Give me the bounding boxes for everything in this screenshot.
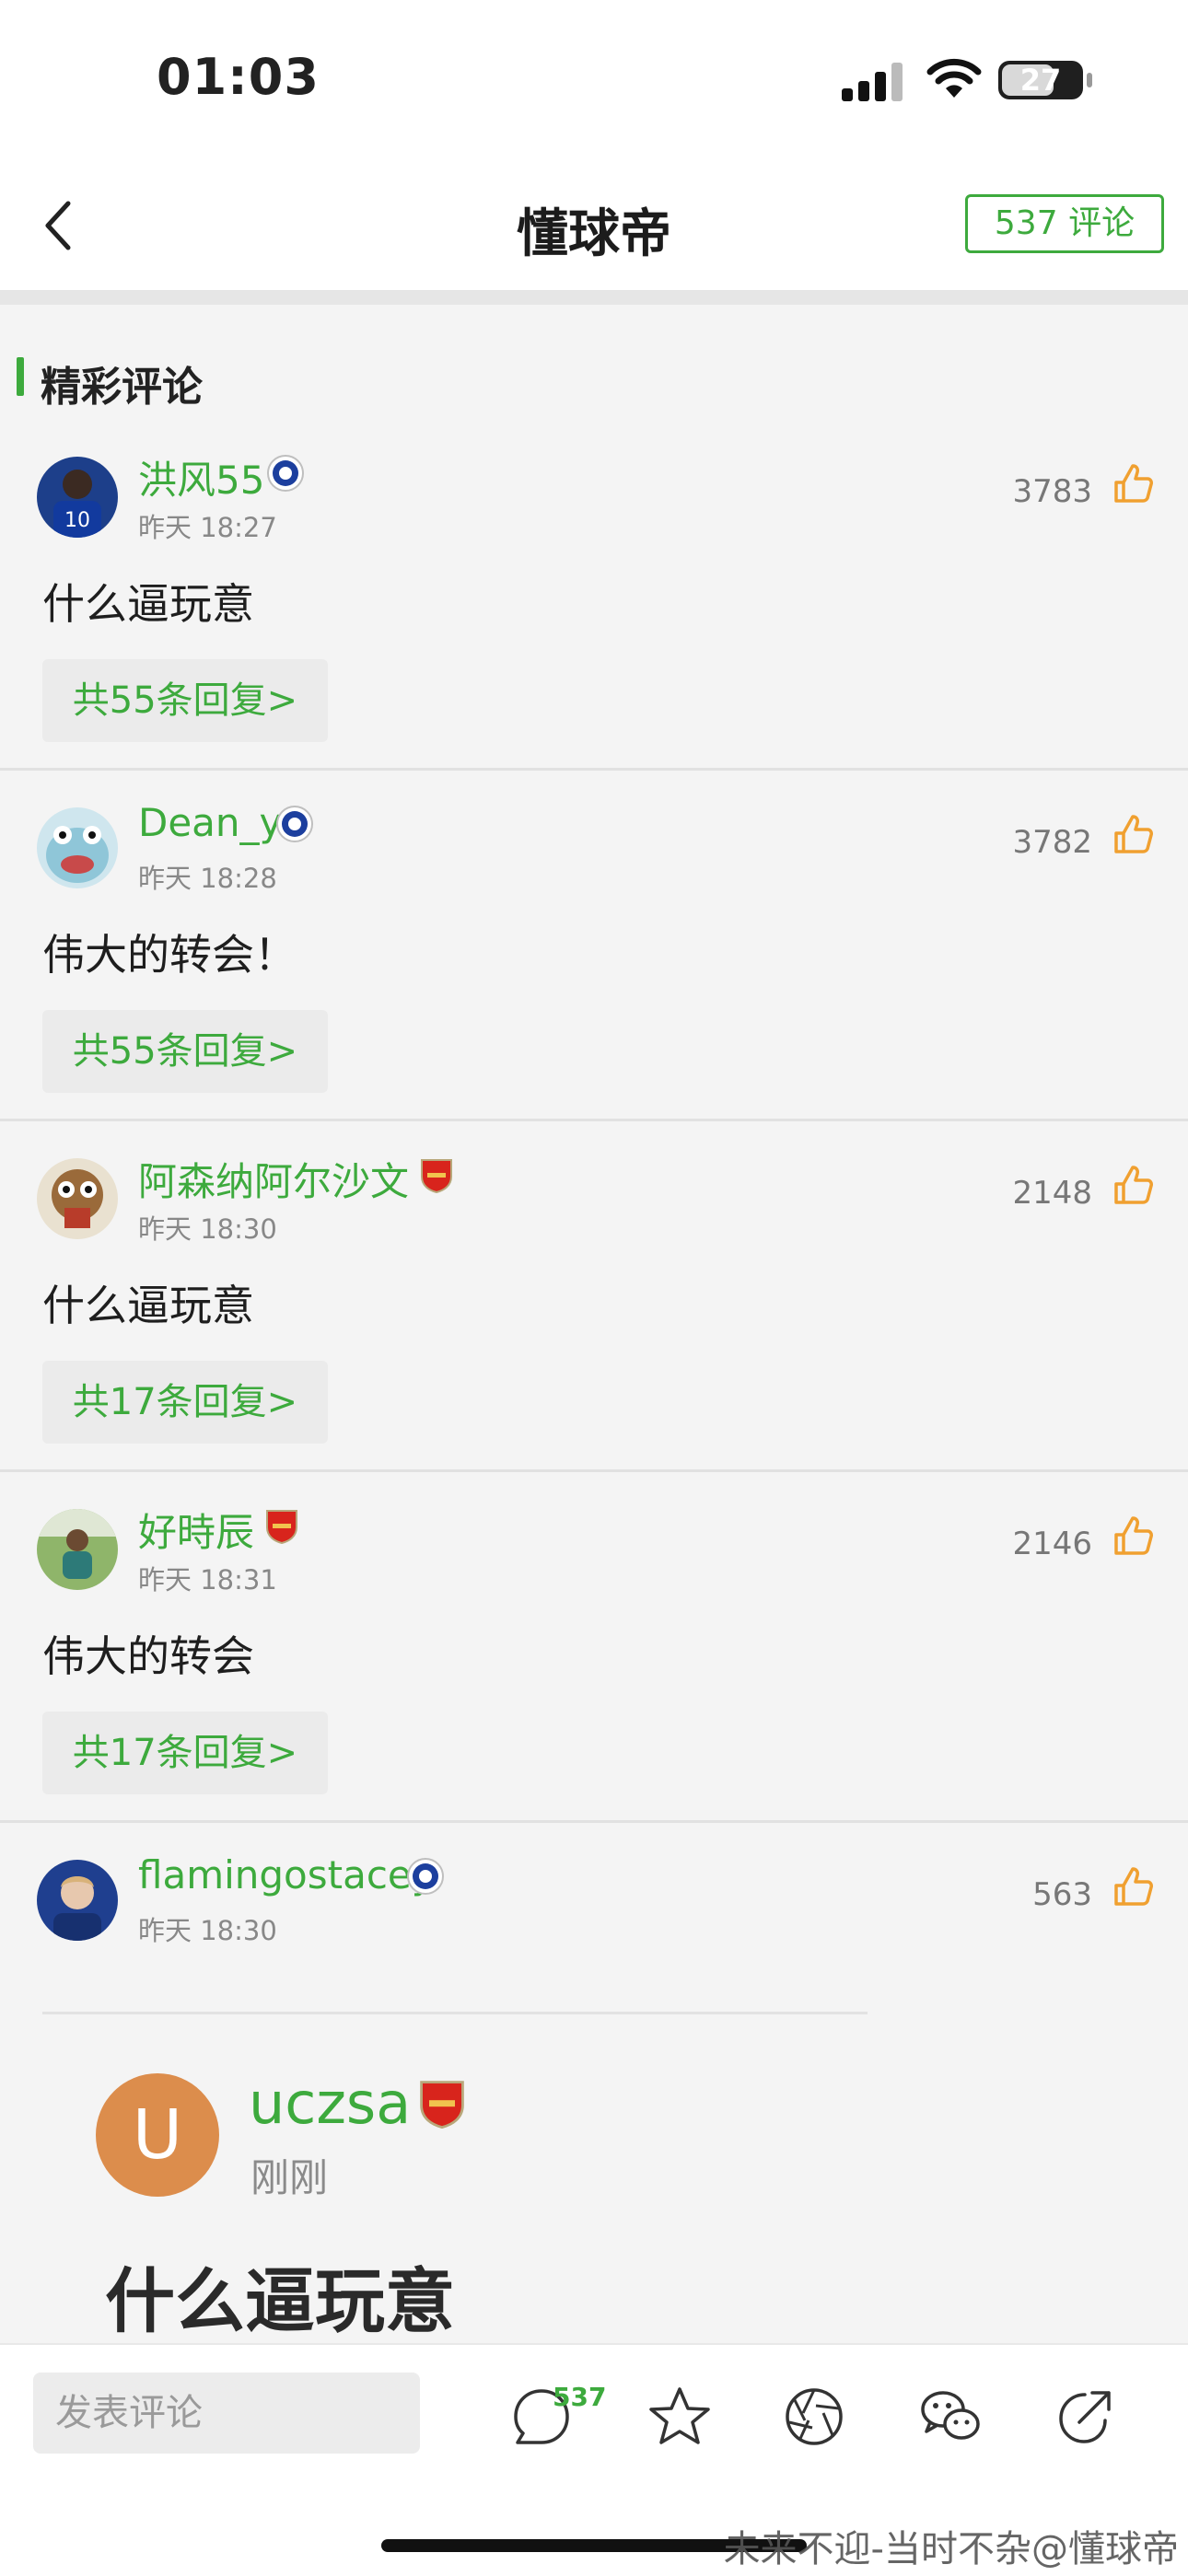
- like-count: 3783: [1012, 473, 1092, 510]
- embedded-avatar: U: [96, 2073, 219, 2197]
- like-count: 3782: [1012, 824, 1092, 861]
- comment-item: 阿森纳阿尔沙文 昨天 18:30 2148 什么逼玩意 共17条回复>: [0, 1158, 1188, 1509]
- comment-text: 什么逼玩意: [42, 1281, 254, 1330]
- embedded-image-divider: [42, 2012, 868, 2014]
- status-bar: 01:03 27: [0, 0, 1188, 161]
- thumbs-up-icon[interactable]: [1111, 813, 1155, 857]
- comment-item: 好時辰 昨天 18:31 2146 伟大的转会 共17条回复>: [0, 1509, 1188, 1860]
- comment-text: 伟大的转会: [42, 1631, 254, 1681]
- comment-time: 昨天 18:30: [138, 1915, 277, 1946]
- battery-level: 27: [1019, 63, 1062, 98]
- wifi-icon: [926, 58, 982, 98]
- comment-time: 昨天 18:28: [138, 863, 277, 894]
- thumbs-up-icon[interactable]: [1111, 1514, 1155, 1559]
- comment-time: 昨天 18:27: [138, 512, 277, 543]
- thumbs-up-icon[interactable]: [1111, 1865, 1155, 1909]
- wechat-icon[interactable]: [917, 2384, 984, 2450]
- svg-text:10: 10: [64, 509, 90, 532]
- avatar[interactable]: [37, 1509, 118, 1590]
- header-divider: [0, 290, 1188, 305]
- username[interactable]: 阿森纳阿尔沙文: [138, 1151, 409, 1207]
- comment-divider: [0, 1469, 1188, 1472]
- comment-count-button[interactable]: 537 评论: [965, 194, 1164, 253]
- status-time: 01:03: [157, 48, 320, 106]
- comment-count-badge: 537: [553, 2382, 607, 2412]
- thumbs-up-icon[interactable]: [1111, 462, 1155, 506]
- watermark: 未来不迎-当时不杂@懂球帝: [723, 2528, 1179, 2570]
- view-replies-button[interactable]: 共17条回复>: [42, 1712, 328, 1794]
- arsenal-badge-icon: [266, 1510, 297, 1544]
- star-icon[interactable]: [646, 2384, 713, 2450]
- username[interactable]: Dean_y: [138, 800, 282, 845]
- like-count: 2148: [1012, 1175, 1092, 1212]
- comment-divider: [0, 1119, 1188, 1121]
- arsenal-badge-icon: [421, 1159, 452, 1193]
- section-accent-bar: [17, 357, 24, 396]
- view-replies-button[interactable]: 共55条回复>: [42, 659, 328, 742]
- battery-icon: 27: [998, 61, 1083, 99]
- comment-divider: [0, 1820, 1188, 1823]
- embedded-comment-text: 什么逼玩意: [105, 2260, 455, 2342]
- comment-time: 昨天 18:30: [138, 1213, 277, 1245]
- arsenal-badge-icon: [420, 2081, 464, 2129]
- username[interactable]: 好時辰: [138, 1502, 254, 1558]
- like-count: 563: [1032, 1876, 1092, 1913]
- comment-text: 什么逼玩意: [42, 579, 254, 629]
- avatar[interactable]: [37, 807, 118, 888]
- avatar[interactable]: [37, 1860, 118, 1941]
- avatar[interactable]: 10: [37, 457, 118, 538]
- embedded-time: 刚刚: [250, 2155, 329, 2200]
- nav-bar: 懂球帝 537 评论: [0, 161, 1188, 290]
- comment-input[interactable]: [33, 2373, 420, 2454]
- username[interactable]: flamingostacey: [138, 1852, 435, 1897]
- cellular-signal-icon: [842, 63, 903, 101]
- view-replies-button[interactable]: 共17条回复>: [42, 1361, 328, 1444]
- share-icon[interactable]: [1052, 2384, 1118, 2450]
- avatar[interactable]: [37, 1158, 118, 1239]
- comment-text: 伟大的转会！: [42, 930, 297, 980]
- comment-divider: [0, 768, 1188, 771]
- chelsea-badge-icon: [407, 1858, 444, 1895]
- comment-item: 10 洪风55 昨天 18:27 3783 什么逼玩意 共55条回复>: [0, 455, 1188, 807]
- chelsea-badge-icon: [267, 455, 304, 492]
- chelsea-badge-icon: [276, 806, 313, 842]
- section-title: 精彩评论: [41, 364, 203, 411]
- thumbs-up-icon[interactable]: [1111, 1164, 1155, 1208]
- shutter-icon[interactable]: [781, 2384, 847, 2450]
- comment-time: 昨天 18:31: [138, 1564, 277, 1595]
- comment-item: Dean_y 昨天 18:28 3782 伟大的转会！ 共55条回复>: [0, 800, 1188, 1158]
- view-replies-button[interactable]: 共55条回复>: [42, 1010, 328, 1093]
- username[interactable]: 洪风55: [138, 449, 264, 505]
- embedded-username: uczsa: [249, 2070, 412, 2137]
- like-count: 2146: [1012, 1526, 1092, 1562]
